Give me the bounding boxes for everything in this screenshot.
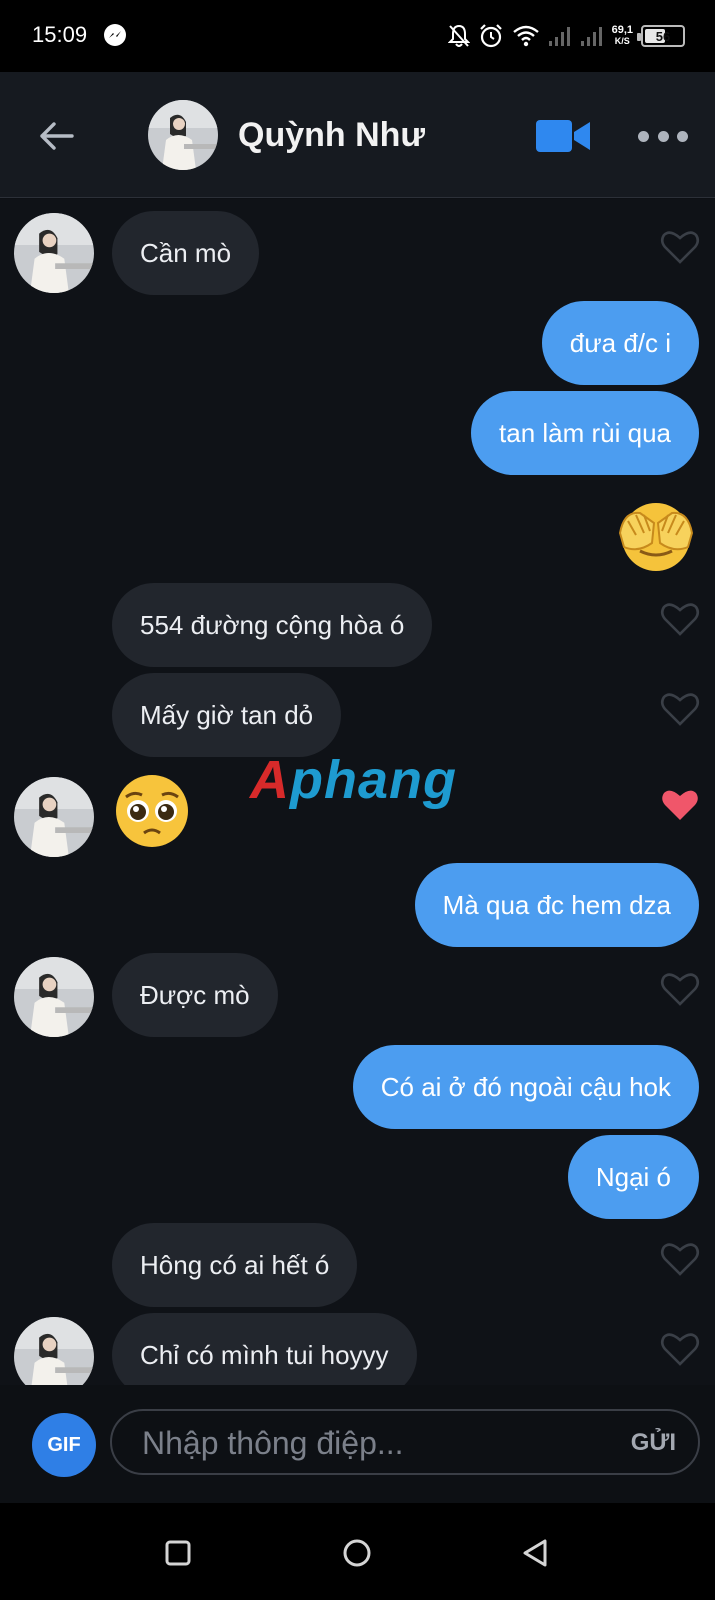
chat-header: Quỳnh Như: [0, 72, 715, 198]
recent-apps-icon: [165, 1540, 191, 1566]
video-camera-icon: [536, 120, 590, 152]
nav-back-button[interactable]: [516, 1533, 556, 1573]
more-dots-icon: [638, 130, 649, 142]
net-speed-value: 69,1: [611, 24, 633, 36]
status-icons: 69,1 K/S 56: [447, 18, 685, 54]
see-no-evil-monkey-emoji[interactable]: [614, 493, 698, 577]
contact-name: Quỳnh Như: [238, 116, 426, 154]
message-composer: GIF Nhập thông điệp... GỬI: [0, 1385, 715, 1503]
message-bubble-outgoing[interactable]: Có ai ở đó ngoài cậu hok: [352, 1045, 699, 1129]
home-icon: [343, 1539, 371, 1567]
signal-icon: [548, 25, 572, 47]
message-bubble-incoming[interactable]: Mấy giờ tan dỏ: [112, 673, 342, 757]
heart-icon[interactable]: [660, 971, 700, 1007]
pleading-face-emoji[interactable]: [112, 771, 192, 851]
contact-avatar[interactable]: [148, 100, 218, 170]
messenger-icon: [104, 24, 126, 46]
message-input[interactable]: Nhập thông điệp... GỬI: [110, 1409, 700, 1475]
heart-icon[interactable]: [660, 229, 700, 265]
chat-messages[interactable]: Cần mò đưa đ/c i tan làm rùi qua 554 đườ…: [0, 199, 715, 1385]
net-speed: 69,1 K/S: [612, 25, 633, 47]
contact-avatar[interactable]: [14, 1317, 94, 1385]
contact-avatar[interactable]: [14, 957, 94, 1037]
battery-icon: 56: [637, 25, 685, 47]
recent-apps-button[interactable]: [158, 1533, 198, 1573]
contact-avatar[interactable]: [14, 777, 94, 857]
message-input-placeholder: Nhập thông điệp...: [142, 1425, 404, 1461]
contact-avatar[interactable]: [14, 213, 94, 293]
system-nav-bar: [0, 1503, 715, 1600]
back-button[interactable]: [34, 114, 78, 158]
message-bubble-incoming[interactable]: 554 đường cộng hòa ó: [112, 583, 433, 667]
gif-button[interactable]: GIF: [32, 1413, 96, 1477]
message-bubble-outgoing[interactable]: Mà qua đc hem dza: [414, 863, 699, 947]
home-button[interactable]: [337, 1533, 377, 1573]
net-speed-unit: K/S: [614, 36, 630, 46]
message-bubble-outgoing[interactable]: đưa đ/c i: [541, 301, 699, 385]
bell-off-icon: [447, 24, 470, 48]
signal-icon: [580, 25, 604, 47]
message-bubble-outgoing[interactable]: Ngại ó: [567, 1135, 699, 1219]
message-bubble-incoming[interactable]: Được mò: [112, 953, 278, 1037]
back-arrow-icon: [40, 122, 74, 150]
wifi-icon: [512, 24, 540, 48]
back-triangle-icon: [523, 1539, 547, 1567]
video-call-button[interactable]: [536, 118, 592, 154]
status-bar: 15:09 69,1 K/S 56: [0, 0, 715, 72]
more-options-button[interactable]: [638, 122, 688, 150]
heart-icon[interactable]: [660, 691, 700, 727]
message-bubble-incoming[interactable]: Hông có ai hết ó: [112, 1223, 358, 1307]
message-bubble-outgoing[interactable]: tan làm rùi qua: [471, 391, 699, 475]
send-button[interactable]: GỬI: [631, 1429, 676, 1457]
status-time: 15:09: [32, 22, 88, 47]
message-bubble-incoming[interactable]: Chỉ có mình tui hoyyy: [112, 1313, 417, 1385]
battery-level: 56: [655, 28, 671, 44]
heart-icon[interactable]: [660, 601, 700, 637]
heart-icon[interactable]: [660, 1331, 700, 1367]
heart-icon-liked[interactable]: [660, 787, 700, 823]
heart-icon[interactable]: [660, 1241, 700, 1277]
watermark-logo: Aphang: [250, 750, 457, 810]
message-bubble-incoming[interactable]: Cần mò: [112, 211, 260, 295]
alarm-icon: [478, 23, 504, 49]
